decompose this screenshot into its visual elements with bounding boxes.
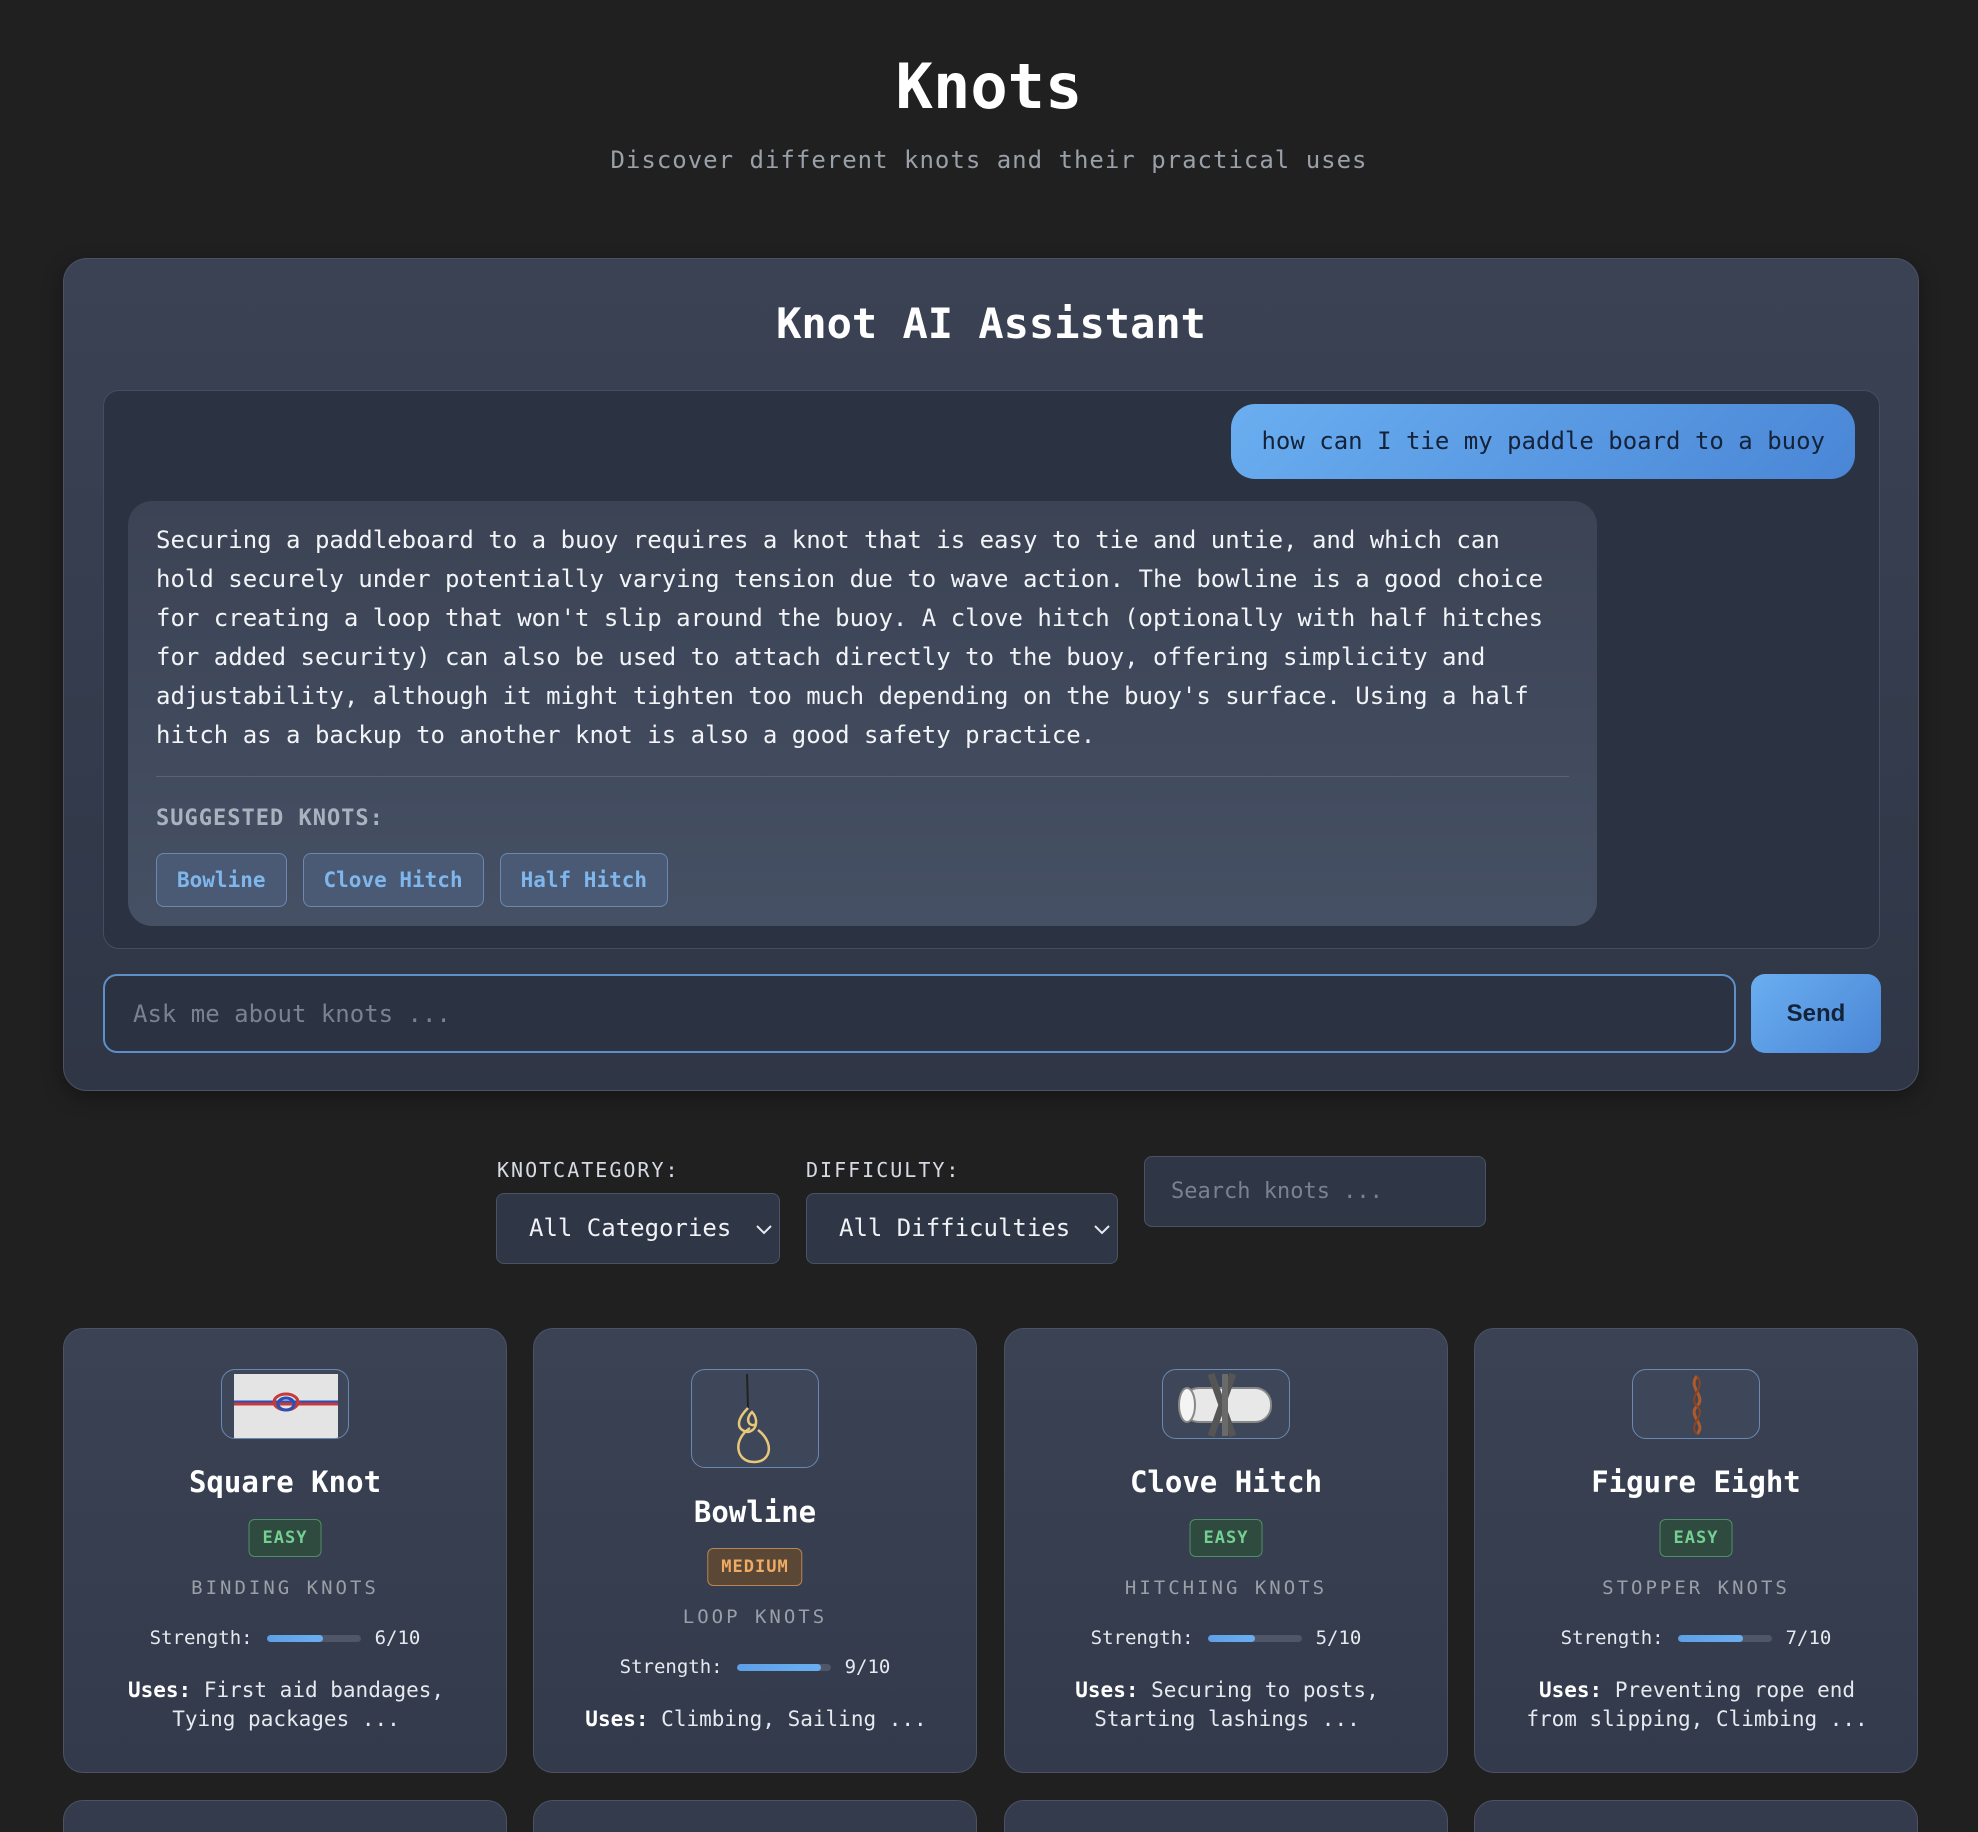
chevron-down-icon — [756, 1225, 772, 1235]
knot-name: Clove Hitch — [1129, 1465, 1323, 1499]
uses-label: Uses: — [1538, 1678, 1603, 1702]
strength-bar — [1677, 1634, 1772, 1642]
knot-card[interactable] — [1004, 1800, 1448, 1832]
strength-bar-fill — [1207, 1634, 1255, 1642]
knot-name: Bowline — [693, 1495, 817, 1529]
strength-bar-fill — [1677, 1634, 1744, 1642]
square-knot-image — [221, 1369, 349, 1439]
strength-bar-fill — [266, 1634, 323, 1642]
knot-card-bowline[interactable]: Bowline MEDIUM LOOP KNOTS Strength: 9/10… — [533, 1328, 977, 1773]
knot-card[interactable] — [533, 1800, 977, 1832]
uses-label: Uses: — [1075, 1678, 1139, 1702]
strength-label: Strength: — [1090, 1627, 1194, 1649]
knot-category: BINDING KNOTS — [191, 1577, 379, 1599]
knot-uses: Uses: Climbing, Sailing ... — [574, 1705, 938, 1734]
page-title: Knots — [895, 50, 1083, 123]
suggested-knot-chip-half-hitch[interactable]: Half Hitch — [499, 853, 669, 907]
difficulty-badge: EASY — [248, 1519, 322, 1557]
suggested-knot-chip-clove-hitch[interactable]: Clove Hitch — [302, 853, 484, 907]
knot-card[interactable] — [1474, 1800, 1918, 1832]
knot-category: HITCHING KNOTS — [1124, 1577, 1328, 1599]
strength-value: 7/10 — [1785, 1627, 1832, 1649]
assistant-message: Securing a paddleboard to a buoy require… — [128, 501, 1597, 926]
ai-assistant-panel: Knot AI Assistant how can I tie my paddl… — [63, 258, 1919, 1091]
knot-name: Figure Eight — [1591, 1465, 1801, 1499]
difficulty-select[interactable]: All Difficulties — [806, 1193, 1118, 1264]
uses-text: First aid bandages, Tying packages ... — [172, 1678, 445, 1731]
send-button[interactable]: Send — [1751, 974, 1881, 1053]
category-select[interactable]: All Categories — [496, 1193, 780, 1264]
assistant-title: Knot AI Assistant — [776, 299, 1206, 348]
search-input[interactable] — [1144, 1156, 1486, 1227]
uses-label: Uses: — [585, 1707, 649, 1731]
bowline-image — [691, 1369, 819, 1468]
strength-value: 6/10 — [374, 1627, 421, 1649]
strength-bar — [1207, 1634, 1302, 1642]
knot-uses: Uses: First aid bandages, Tying packages… — [104, 1676, 468, 1734]
strength-row: Strength: 6/10 — [64, 1627, 506, 1649]
knot-card-figure-eight[interactable]: Figure Eight EASY STOPPER KNOTS Strength… — [1474, 1328, 1918, 1773]
strength-row: Strength: 9/10 — [534, 1656, 976, 1678]
strength-bar — [736, 1663, 831, 1671]
strength-row: Strength: 5/10 — [1005, 1627, 1447, 1649]
strength-bar — [266, 1634, 361, 1642]
uses-label: Uses: — [127, 1678, 192, 1702]
difficulty-filter-label: DIFFICULTY: — [806, 1158, 961, 1182]
knot-card[interactable] — [63, 1800, 507, 1832]
difficulty-select-value: All Difficulties — [839, 1214, 1071, 1242]
suggested-knots: Bowline Clove Hitch Half Hitch — [156, 853, 669, 907]
category-filter-label: KNOTCATEGORY: — [497, 1158, 680, 1182]
strength-value: 5/10 — [1315, 1627, 1362, 1649]
chevron-down-icon — [1094, 1225, 1110, 1235]
suggested-knots-label: SUGGESTED KNOTS: — [156, 806, 384, 831]
chat-history[interactable]: how can I tie my paddle board to a buoy … — [103, 390, 1880, 949]
chat-input[interactable] — [103, 974, 1736, 1053]
strength-label: Strength: — [149, 1627, 253, 1649]
knot-category: LOOP KNOTS — [682, 1606, 828, 1628]
strength-bar-fill — [736, 1663, 822, 1671]
strength-label: Strength: — [619, 1656, 723, 1678]
user-message: how can I tie my paddle board to a buoy — [1231, 404, 1855, 479]
category-select-value: All Categories — [529, 1214, 732, 1242]
uses-text: Climbing, Sailing ... — [661, 1707, 927, 1731]
difficulty-badge: EASY — [1659, 1519, 1733, 1557]
strength-value: 9/10 — [844, 1656, 891, 1678]
divider — [156, 776, 1569, 777]
figure-eight-image — [1632, 1369, 1760, 1439]
suggested-knot-chip-bowline[interactable]: Bowline — [156, 853, 287, 907]
clove-hitch-image — [1162, 1369, 1290, 1439]
assistant-message-text: Securing a paddleboard to a buoy require… — [156, 526, 1544, 749]
knot-uses: Uses: Securing to posts, Starting lashin… — [1045, 1676, 1409, 1734]
knot-category: STOPPER KNOTS — [1602, 1577, 1790, 1599]
knot-name: Square Knot — [188, 1465, 382, 1499]
strength-label: Strength: — [1560, 1627, 1664, 1649]
knot-uses: Uses: Preventing rope end from slipping,… — [1515, 1676, 1879, 1734]
strength-row: Strength: 7/10 — [1475, 1627, 1917, 1649]
page-subtitle: Discover different knots and their pract… — [610, 146, 1368, 174]
difficulty-badge: MEDIUM — [707, 1548, 803, 1586]
knot-card-square-knot[interactable]: Square Knot EASY BINDING KNOTS Strength:… — [63, 1328, 507, 1773]
knot-card-clove-hitch[interactable]: Clove Hitch EASY HITCHING KNOTS Strength… — [1004, 1328, 1448, 1773]
difficulty-badge: EASY — [1189, 1519, 1263, 1557]
